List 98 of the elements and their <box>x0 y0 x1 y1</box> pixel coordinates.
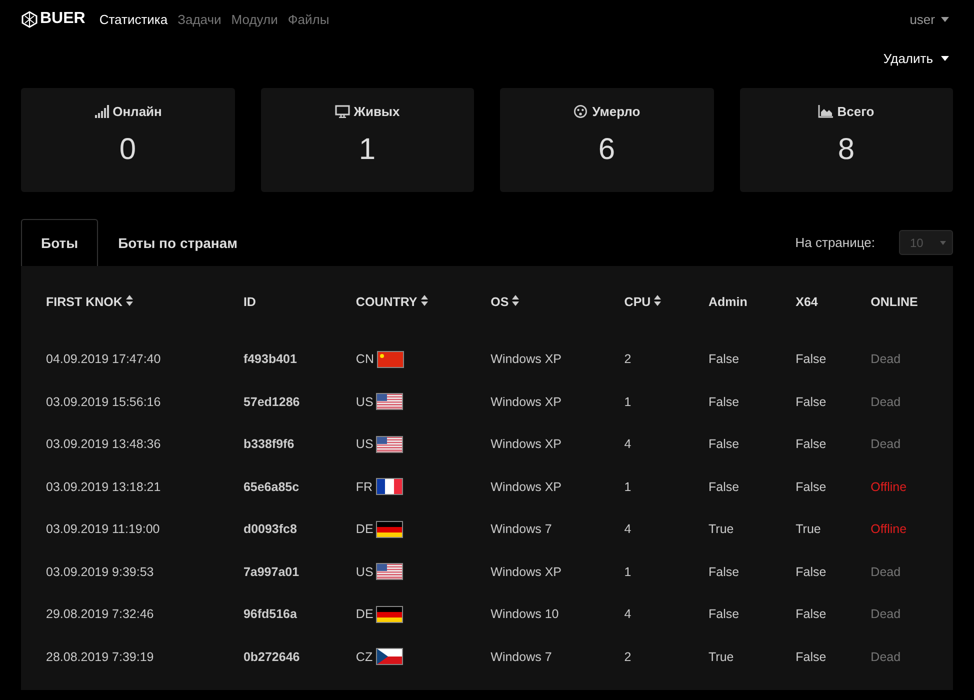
table-cell-text: Dead <box>870 436 902 454</box>
nav-link[interactable]: Модули <box>231 12 278 26</box>
column-header: Admin <box>708 294 748 311</box>
table-cell: US <box>356 437 374 452</box>
table-cell-text: Dead <box>870 606 902 624</box>
table-cell: FR <box>356 480 373 494</box>
table-cell: DE <box>356 607 374 622</box>
table-cell-text: 2 <box>623 351 632 368</box>
table-cell-text: 65e6a85c <box>242 478 300 496</box>
table-cell-text: 03.09.2019 15:56:16 <box>45 394 162 411</box>
column-header: X64 <box>794 294 819 311</box>
table-cell-text: 1 <box>623 478 632 496</box>
nav-link[interactable]: Файлы <box>288 12 330 26</box>
column-header[interactable]: CPU <box>603 266 688 338</box>
table-cell-text: Offline <box>870 521 908 538</box>
table-cell-text: f493b401 <box>242 351 298 368</box>
table-cell-text: False <box>794 436 828 454</box>
column-header[interactable]: OS <box>470 266 604 338</box>
table-cell-text: False <box>708 564 740 581</box>
table-cell: DE <box>356 522 374 536</box>
table-cell-text: Dead <box>870 394 902 411</box>
table-cell-text: 2 <box>623 648 632 666</box>
table-cell-text: True <box>794 521 822 538</box>
table-cell-text: 03.09.2019 11:19:00 <box>45 521 161 538</box>
table-cell-text: 03.09.2019 13:18:21 <box>45 478 162 496</box>
column-header: ONLINE <box>870 294 919 311</box>
table-cell: CN <box>356 352 374 366</box>
table-cell-text: 28.08.2019 7:39:19 <box>45 648 155 666</box>
per-page-label: На странице: <box>795 235 875 250</box>
table-cell-text: 96fd516a <box>242 606 298 624</box>
table-cell: CZ <box>356 650 373 664</box>
stat-value: 8 <box>838 133 855 167</box>
column-header[interactable]: COUNTRY <box>334 266 470 338</box>
table-cell-text: False <box>708 606 740 624</box>
table-cell-text: Dead <box>870 648 902 666</box>
table-cell-text: Offline <box>870 478 908 496</box>
table-cell-text: b338f9f6 <box>242 436 296 454</box>
table-cell: US <box>356 394 374 409</box>
nav-link[interactable]: Статистика <box>99 12 168 26</box>
table-cell-text: True <box>708 521 735 538</box>
table-cell-text: False <box>794 564 828 581</box>
table-cell-text: 29.08.2019 7:32:46 <box>45 606 155 624</box>
nav-link[interactable]: Задачи <box>178 12 222 26</box>
table-cell-text: 03.09.2019 9:39:53 <box>45 564 155 581</box>
table-cell-text: Windows XP <box>490 478 563 496</box>
table-cell-text: 4 <box>623 436 632 454</box>
column-header: ID <box>242 294 257 311</box>
table-cell-text: Dead <box>870 564 902 581</box>
table-cell-text: 1 <box>623 564 632 581</box>
table-cell-text: 4 <box>623 521 632 538</box>
table-cell-text: Windows XP <box>490 564 563 581</box>
signal-icon <box>94 105 109 118</box>
monitor-icon <box>334 105 350 118</box>
table-cell-text: Windows 10 <box>490 606 560 624</box>
table-cell-text: 57ed1286 <box>242 394 301 411</box>
tab[interactable]: Боты <box>21 219 98 266</box>
table-cell-text: 04.09.2019 17:47:40 <box>45 351 162 368</box>
tab[interactable]: Боты по странам <box>98 219 258 266</box>
table-cell-text: 7a997a01 <box>242 564 300 581</box>
brand-name: BUER <box>40 10 86 28</box>
table-cell-text: False <box>708 351 740 368</box>
table-cell-text: Windows 7 <box>490 521 553 538</box>
table-cell-text: False <box>708 394 740 411</box>
stat-value: 0 <box>119 133 136 167</box>
table-cell-text: 03.09.2019 13:48:36 <box>45 436 162 454</box>
caret-icon <box>941 16 949 22</box>
table-cell-text: Windows 7 <box>490 648 553 666</box>
column-header[interactable]: FIRST KNOK <box>25 266 222 338</box>
table-cell-text: Windows XP <box>490 394 563 411</box>
table-cell-text: 4 <box>623 606 632 624</box>
stat-label: Онлайн <box>112 104 162 119</box>
stat-label: Живых <box>354 104 400 119</box>
table-cell-text: True <box>708 648 735 666</box>
table-cell-text: False <box>708 436 740 454</box>
table-cell-text: Windows XP <box>490 436 563 454</box>
logo-icon <box>21 10 38 28</box>
table-cell-text: d0093fc8 <box>242 521 298 538</box>
stat-label: Умерло <box>592 104 640 119</box>
stat-label: Всего <box>837 104 874 119</box>
table-cell-text: 1 <box>623 394 632 411</box>
user-menu[interactable]: user <box>906 12 953 26</box>
table-cell-text: False <box>794 606 828 624</box>
caret-icon <box>941 56 949 60</box>
face-icon <box>573 105 588 118</box>
table-cell-text: Windows XP <box>490 351 563 368</box>
stat-value: 6 <box>598 133 616 167</box>
table-cell-text: Dead <box>870 351 902 368</box>
table-cell-text: False <box>794 394 828 411</box>
caret-icon <box>940 240 946 244</box>
table-cell-text: False <box>708 478 740 496</box>
table-cell-text: False <box>794 478 828 496</box>
area-chart-icon <box>818 105 834 118</box>
stat-value: 1 <box>358 133 376 167</box>
table-cell-text: 0b272646 <box>242 648 301 666</box>
delete-menu[interactable]: Удалить <box>879 50 953 66</box>
table-cell-text: False <box>794 351 828 368</box>
table-cell-text: False <box>794 648 828 666</box>
table-cell: US <box>356 564 374 579</box>
